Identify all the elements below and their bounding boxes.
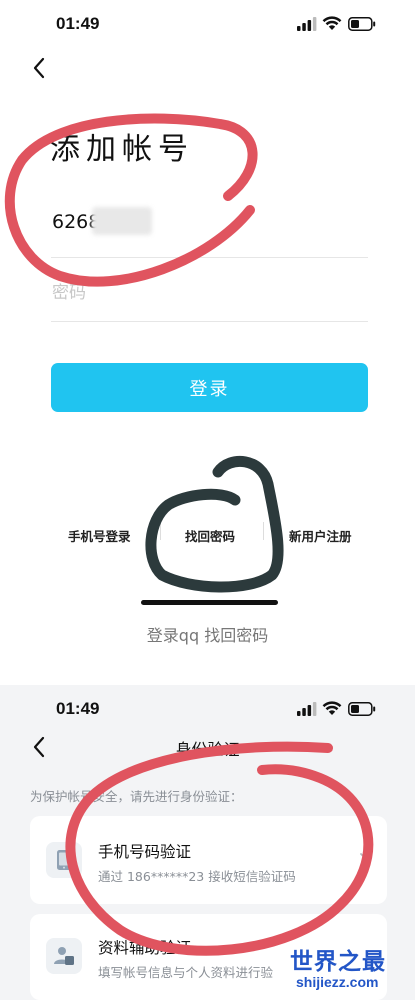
dark-heart-annotation	[145, 455, 284, 593]
chevron-right-icon	[360, 853, 368, 867]
watermark-url: shijiezz.com	[296, 974, 379, 990]
wifi-icon	[322, 16, 342, 30]
card-title: 手机号码验证	[98, 843, 192, 861]
card-subtitle: 填写帐号信息与个人资料进行验	[98, 965, 274, 980]
card-subtitle: 通过 186******23 接收短信验证码	[98, 869, 296, 884]
account-underline	[51, 257, 368, 258]
option-divider	[160, 522, 161, 540]
card-title: 资料辅助验证	[98, 939, 192, 957]
home-indicator	[141, 600, 278, 605]
verification-hint: 为保护帐号安全，请先进行身份验证：	[30, 789, 243, 804]
battery-icon	[348, 702, 376, 716]
id-card-icon	[46, 938, 82, 974]
status-bar: 01:49	[0, 685, 415, 729]
phone-icon	[46, 842, 82, 878]
phone-login-link[interactable]: 手机号登录	[68, 526, 131, 545]
account-blur-mask	[92, 207, 152, 235]
phone-verify-card[interactable]: 手机号码验证 通过 186******23 接收短信验证码	[30, 816, 387, 904]
caption-text: 登录qq 找回密码	[146, 626, 269, 645]
battery-icon	[348, 17, 376, 31]
password-underline	[51, 321, 368, 322]
watermark-title: 世界之最	[290, 949, 386, 975]
login-button[interactable]: 登录	[51, 363, 368, 412]
cellular-signal-icon	[297, 17, 317, 31]
back-arrow-icon[interactable]	[30, 56, 48, 80]
page-title: 添加帐号	[50, 132, 194, 167]
screen2-title: 身份验证	[175, 740, 240, 759]
password-input[interactable]: 密码	[52, 278, 86, 303]
status-bar: 01:49	[0, 0, 415, 44]
status-time: 01:49	[56, 14, 100, 33]
register-link[interactable]: 新用户注册	[289, 526, 352, 545]
cellular-signal-icon	[297, 702, 317, 716]
find-password-link[interactable]: 找回密码	[185, 526, 235, 545]
option-divider	[263, 522, 264, 540]
wifi-icon	[322, 701, 342, 715]
status-time: 01:49	[56, 699, 100, 718]
